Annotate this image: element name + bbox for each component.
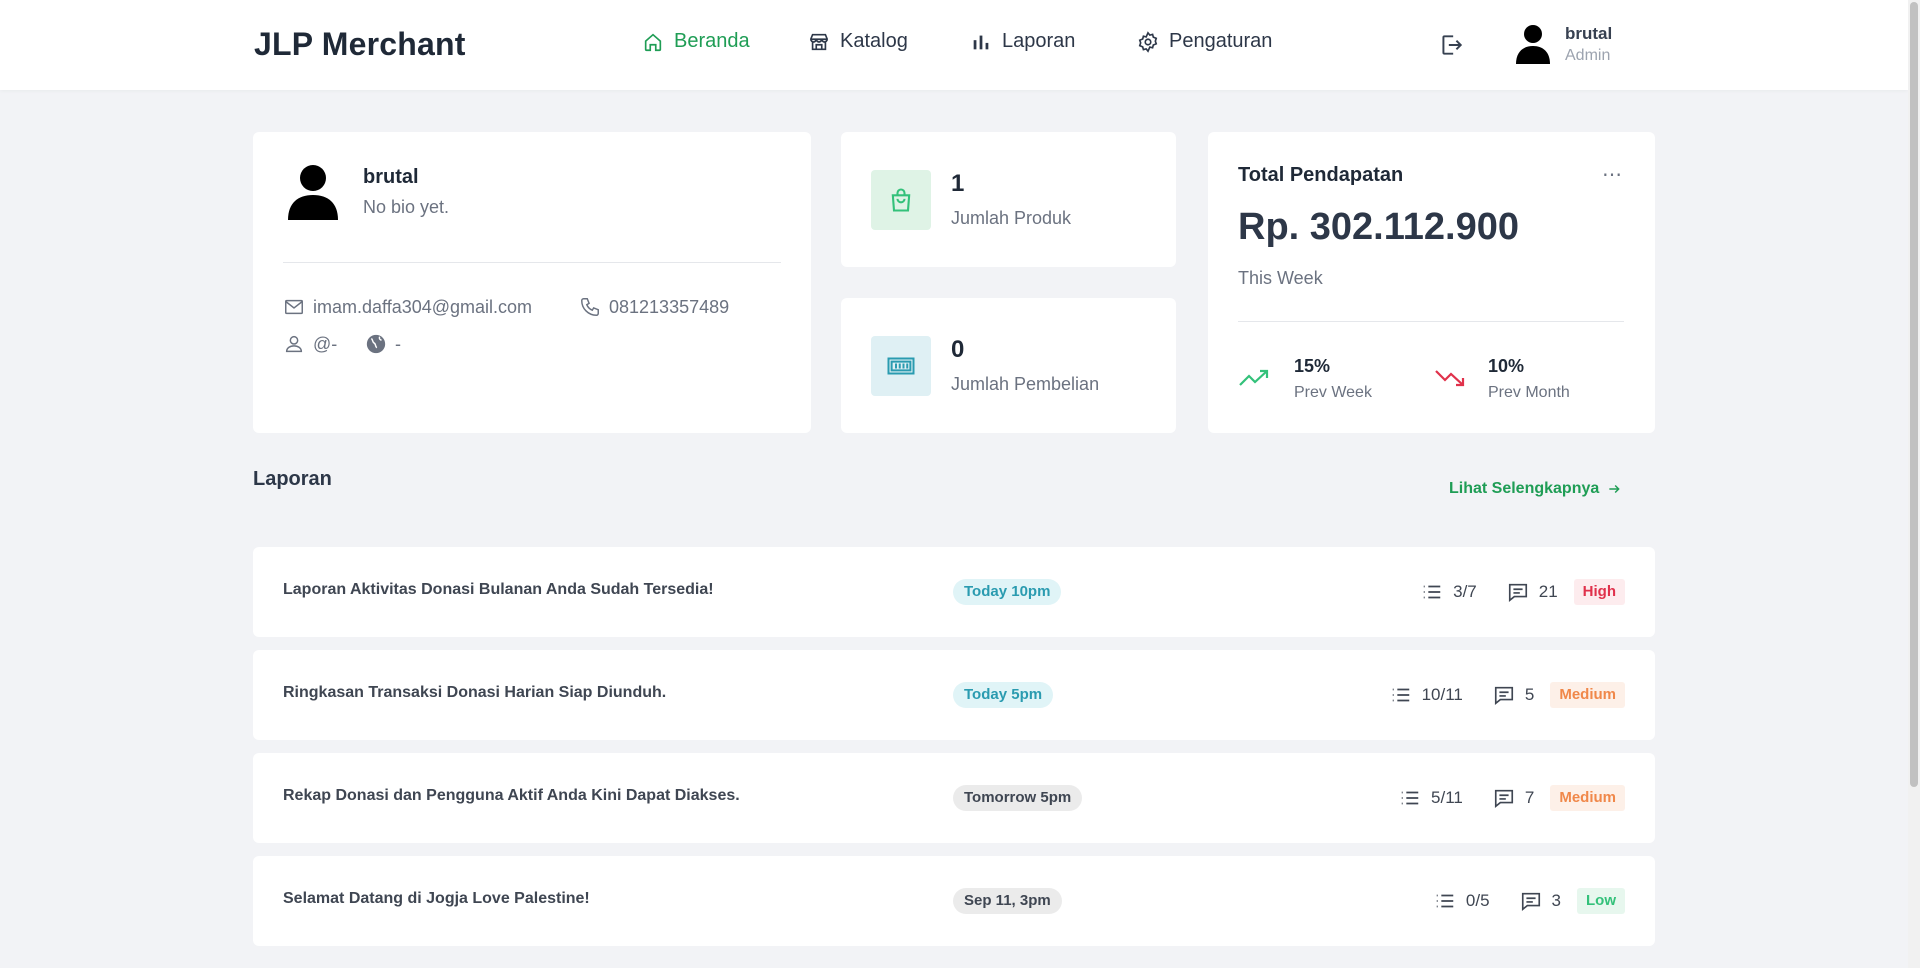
report-meta: 10/11 5 Medium xyxy=(1390,682,1625,708)
priority-badge: Medium xyxy=(1550,785,1625,811)
report-comments: 5 xyxy=(1524,685,1535,704)
profile-avatar-icon xyxy=(288,165,338,220)
report-title: Laporan Aktivitas Donasi Bulanan Anda Su… xyxy=(283,581,714,598)
stat-value: 1 xyxy=(951,170,965,197)
user-role: Admin xyxy=(1565,47,1611,64)
report-tasks: 10/11 xyxy=(1421,685,1463,704)
shopping-bag-icon xyxy=(891,188,911,212)
phone-text: 081213357489 xyxy=(609,296,730,317)
report-row[interactable]: Rekap Donasi dan Pengguna Aktif Anda Kin… xyxy=(253,753,1655,843)
nav-label: Katalog xyxy=(840,30,908,52)
brand-logo[interactable]: JLP Merchant xyxy=(254,26,466,63)
divider xyxy=(283,262,781,263)
priority-badge: Low xyxy=(1577,888,1625,914)
comment-icon xyxy=(1521,892,1540,911)
user-icon xyxy=(285,335,303,353)
money-icon xyxy=(887,357,915,375)
divider xyxy=(1238,321,1624,322)
comment-icon xyxy=(1494,686,1513,705)
report-meta: 5/11 7 Medium xyxy=(1399,785,1625,811)
trend-value: 15% xyxy=(1294,356,1331,376)
gear-icon xyxy=(1138,30,1158,53)
nav-item-pengaturan[interactable]: Pengaturan xyxy=(1137,30,1272,53)
trend-label: Prev Month xyxy=(1488,384,1570,401)
mail-icon xyxy=(285,299,303,315)
nav-label: Pengaturan xyxy=(1169,30,1273,52)
section-title-laporan: Laporan xyxy=(253,468,332,490)
comment-icon xyxy=(1508,583,1527,602)
stat-card-products: 1 Jumlah Produk xyxy=(841,132,1176,267)
stat-value: 0 xyxy=(951,336,965,363)
trend-up-icon xyxy=(1239,369,1269,386)
report-time-badge: Today 10pm xyxy=(953,579,1062,605)
top-navbar: JLP Merchant Beranda Katalog Laporan Pen… xyxy=(0,0,1908,90)
report-time-badge: Sep 11, 3pm xyxy=(953,888,1062,914)
avatar-icon[interactable] xyxy=(1514,24,1552,64)
report-title: Ringkasan Transaksi Donasi Harian Siap D… xyxy=(283,684,667,701)
globe-icon xyxy=(366,334,386,354)
profile-name: brutal xyxy=(363,166,419,188)
report-comments: 7 xyxy=(1524,788,1535,807)
list-icon xyxy=(1401,791,1419,805)
more-options-icon[interactable]: ⋯ xyxy=(1602,162,1623,187)
list-icon xyxy=(1392,688,1409,702)
stat-label: Jumlah Produk xyxy=(951,208,1072,228)
priority-badge: Medium xyxy=(1550,682,1625,708)
username-text: @- xyxy=(313,333,338,354)
profile-phone: 081213357489 xyxy=(579,296,729,318)
profile-bio: No bio yet. xyxy=(363,197,450,217)
trend-value: 10% xyxy=(1488,356,1525,376)
report-title: Rekap Donasi dan Pengguna Aktif Anda Kin… xyxy=(283,787,740,804)
phone-icon xyxy=(581,298,599,316)
nav-label: Laporan xyxy=(1002,30,1076,52)
website-text: - xyxy=(395,333,401,354)
report-comments: 3 xyxy=(1551,891,1561,910)
report-time-badge: Tomorrow 5pm xyxy=(953,785,1083,811)
profile-website: - xyxy=(365,333,401,355)
logout-icon[interactable] xyxy=(1438,32,1464,58)
nav-label: Beranda xyxy=(674,30,750,52)
revenue-period: This Week xyxy=(1238,268,1323,288)
report-meta: 0/5 3 Low xyxy=(1434,888,1625,914)
stat-icon-box xyxy=(871,336,931,396)
revenue-title: Total Pendapatan xyxy=(1238,164,1404,186)
home-icon xyxy=(644,33,662,51)
scrollbar-thumb[interactable] xyxy=(1910,2,1918,787)
report-title: Selamat Datang di Jogja Love Palestine! xyxy=(283,890,590,907)
profile-card: brutal No bio yet. imam.daffa304@gmail.c… xyxy=(253,132,811,433)
stat-label: Jumlah Pembelian xyxy=(951,374,1100,394)
list-icon xyxy=(1436,894,1454,908)
report-tasks: 3/7 xyxy=(1453,582,1477,601)
store-icon xyxy=(809,33,829,50)
report-meta: 3/7 21 High xyxy=(1421,579,1625,605)
report-time-badge: Today 5pm xyxy=(953,682,1054,708)
comment-icon xyxy=(1494,789,1513,808)
user-name: brutal xyxy=(1565,24,1613,43)
see-more-link[interactable]: Lihat Selengkapnya xyxy=(1449,480,1621,498)
see-more-label: Lihat Selengkapnya xyxy=(1449,480,1600,497)
email-text: imam.daffa304@gmail.com xyxy=(313,296,533,317)
nav-item-katalog[interactable]: Katalog xyxy=(808,30,908,53)
stat-icon-box xyxy=(871,170,931,230)
list-icon xyxy=(1423,585,1441,599)
priority-badge: High xyxy=(1573,579,1625,605)
report-row[interactable]: Laporan Aktivitas Donasi Bulanan Anda Su… xyxy=(253,547,1655,637)
revenue-amount: Rp. 302.112.900 xyxy=(1238,206,1519,248)
report-comments: 21 xyxy=(1538,582,1558,601)
report-tasks: 5/11 xyxy=(1431,788,1463,807)
arrow-right-icon xyxy=(1609,484,1620,494)
bar-chart-icon xyxy=(973,35,989,49)
report-row[interactable]: Ringkasan Transaksi Donasi Harian Siap D… xyxy=(253,650,1655,740)
nav-item-beranda[interactable]: Beranda xyxy=(642,30,750,53)
profile-username: @- xyxy=(283,333,337,355)
trend-down-icon xyxy=(1435,370,1465,387)
nav-item-laporan[interactable]: Laporan xyxy=(970,30,1075,53)
revenue-card: Total Pendapatan ⋯ Rp. 302.112.900 This … xyxy=(1208,132,1655,433)
profile-email: imam.daffa304@gmail.com xyxy=(283,296,532,318)
stat-card-purchases: 0 Jumlah Pembelian xyxy=(841,298,1176,433)
report-row[interactable]: Selamat Datang di Jogja Love Palestine! … xyxy=(253,856,1655,946)
trend-label: Prev Week xyxy=(1294,384,1372,401)
report-tasks: 0/5 xyxy=(1465,891,1490,910)
